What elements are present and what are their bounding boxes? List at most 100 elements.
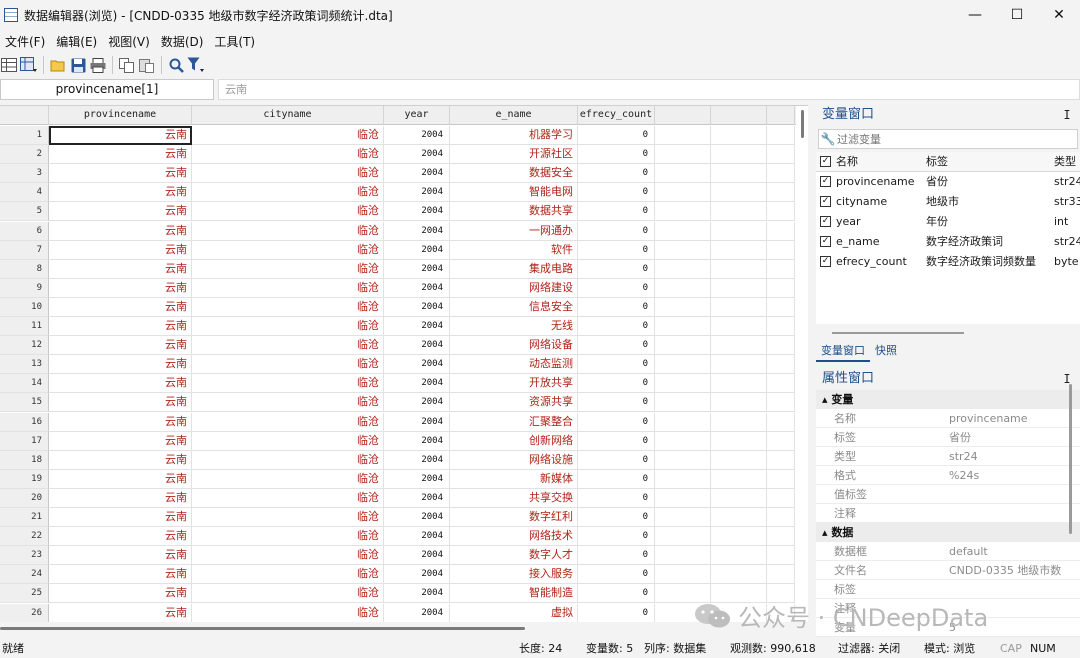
- property-row[interactable]: 名称 provincename: [816, 409, 1080, 428]
- print-icon[interactable]: [89, 56, 107, 74]
- variable-checkbox[interactable]: ✓: [820, 216, 831, 227]
- row-number[interactable]: 9: [0, 278, 49, 298]
- cell-cityname[interactable]: 临沧: [192, 584, 384, 604]
- cell-efrecy-count[interactable]: 0: [578, 221, 655, 241]
- cell-cityname[interactable]: 临沧: [192, 240, 384, 260]
- table-row[interactable]: 7 云南 临沧 2004 软件 0: [0, 240, 795, 260]
- cell-cityname[interactable]: 临沧: [192, 183, 384, 203]
- row-number[interactable]: 8: [0, 259, 49, 279]
- cell-e-name[interactable]: 集成电路: [450, 259, 578, 279]
- cell-e-name[interactable]: 网络技术: [450, 527, 578, 547]
- table-row[interactable]: 19 云南 临沧 2004 新媒体 0: [0, 469, 795, 489]
- select-all-checkbox[interactable]: ✓: [820, 156, 831, 167]
- cell-cityname[interactable]: 临沧: [192, 164, 384, 184]
- cell-cityname[interactable]: 临沧: [192, 355, 384, 375]
- cell-cityname[interactable]: 临沧: [192, 412, 384, 432]
- cell-efrecy-count[interactable]: 0: [578, 546, 655, 566]
- row-number[interactable]: 11: [0, 317, 49, 336]
- cell-efrecy-count[interactable]: 0: [578, 508, 655, 527]
- cell-year[interactable]: 2004: [384, 374, 450, 394]
- row-number[interactable]: 12: [0, 336, 49, 356]
- cell-e-name[interactable]: 开放共享: [450, 374, 578, 394]
- vertical-scroll-thumb[interactable]: [801, 110, 804, 138]
- cell-provincename[interactable]: 云南: [49, 202, 192, 222]
- menu-edit[interactable]: 编辑(E): [51, 33, 103, 50]
- cell-cityname[interactable]: 临沧: [192, 317, 384, 336]
- row-number[interactable]: 3: [0, 164, 49, 184]
- menu-data[interactable]: 数据(D): [156, 33, 210, 50]
- cell-e-name[interactable]: 网络建设: [450, 278, 578, 298]
- row-number[interactable]: 4: [0, 183, 49, 203]
- table-row[interactable]: 14 云南 临沧 2004 开放共享 0: [0, 374, 795, 394]
- cell-e-name[interactable]: 资源共享: [450, 393, 578, 413]
- row-number-header[interactable]: [0, 106, 49, 125]
- cell-provincename[interactable]: 云南: [49, 164, 192, 184]
- cell-name-box[interactable]: provincename[1]: [0, 79, 214, 100]
- cell-provincename[interactable]: 云南: [49, 297, 192, 317]
- cell-provincename[interactable]: 云南: [49, 278, 192, 298]
- property-row[interactable]: 文件名 CNDD-0335 地级市数: [816, 561, 1080, 580]
- cell-efrecy-count[interactable]: 0: [578, 145, 655, 165]
- vertical-scrollbar[interactable]: [796, 106, 808, 622]
- cell-efrecy-count[interactable]: 0: [578, 278, 655, 298]
- column-header-year[interactable]: year: [384, 106, 450, 125]
- table-row[interactable]: 12 云南 临沧 2004 网络设备 0: [0, 336, 795, 356]
- table-row[interactable]: 5 云南 临沧 2004 数据共享 0: [0, 202, 795, 222]
- cell-provincename[interactable]: 云南: [49, 221, 192, 241]
- cell-provincename[interactable]: 云南: [49, 431, 192, 451]
- cell-e-name[interactable]: 智能电网: [450, 183, 578, 203]
- cell-provincename[interactable]: 云南: [49, 317, 192, 336]
- variable-checkbox[interactable]: ✓: [820, 196, 831, 207]
- close-button[interactable]: ✕: [1038, 0, 1080, 30]
- cell-cityname[interactable]: 临沧: [192, 450, 384, 470]
- cell-year[interactable]: 2004: [384, 164, 450, 184]
- row-number[interactable]: 26: [0, 603, 49, 622]
- cell-e-name[interactable]: 信息安全: [450, 297, 578, 317]
- table-row[interactable]: 18 云南 临沧 2004 网络设施 0: [0, 450, 795, 470]
- horizontal-scroll-thumb[interactable]: [0, 627, 525, 630]
- cell-e-name[interactable]: 一网通办: [450, 221, 578, 241]
- cell-provincename[interactable]: 云南: [49, 488, 192, 508]
- data-grid[interactable]: provincename cityname year e_name efrecy…: [0, 105, 808, 622]
- cell-efrecy-count[interactable]: 0: [578, 450, 655, 470]
- cell-year[interactable]: 2004: [384, 469, 450, 489]
- cell-cityname[interactable]: 临沧: [192, 546, 384, 566]
- cell-year[interactable]: 2004: [384, 278, 450, 298]
- table-row[interactable]: 20 云南 临沧 2004 共享交换 0: [0, 488, 795, 508]
- row-number[interactable]: 21: [0, 508, 49, 527]
- cell-e-name[interactable]: 软件: [450, 240, 578, 260]
- folder-open-icon[interactable]: [49, 56, 67, 74]
- cell-cityname[interactable]: 临沧: [192, 374, 384, 394]
- cell-e-name[interactable]: 数字人才: [450, 546, 578, 566]
- header-label[interactable]: 标签: [926, 152, 1054, 172]
- table-row[interactable]: 22 云南 临沧 2004 网络技术 0: [0, 527, 795, 547]
- cell-provincename[interactable]: 云南: [49, 565, 192, 585]
- panel-scroll-thumb[interactable]: [832, 332, 964, 334]
- paste-icon[interactable]: [138, 56, 156, 74]
- table-row[interactable]: 8 云南 临沧 2004 集成电路 0: [0, 259, 795, 279]
- row-number[interactable]: 18: [0, 450, 49, 470]
- cell-year[interactable]: 2004: [384, 393, 450, 413]
- cell-provincename[interactable]: 云南: [49, 469, 192, 489]
- cell-cityname[interactable]: 临沧: [192, 431, 384, 451]
- section-data[interactable]: ▴ 数据: [816, 523, 1080, 542]
- cell-provincename[interactable]: 云南: [49, 126, 192, 145]
- menu-file[interactable]: 文件(F): [0, 33, 51, 50]
- property-row[interactable]: 注释: [816, 504, 1080, 523]
- section-variable[interactable]: ▴ 变量: [816, 390, 1080, 409]
- cell-provincename[interactable]: 云南: [49, 546, 192, 566]
- row-number[interactable]: 24: [0, 565, 49, 585]
- row-number[interactable]: 22: [0, 527, 49, 547]
- property-row[interactable]: 类型 str24: [816, 447, 1080, 466]
- cell-cityname[interactable]: 临沧: [192, 603, 384, 622]
- menu-view[interactable]: 视图(V): [103, 33, 156, 50]
- cell-year[interactable]: 2004: [384, 603, 450, 622]
- cell-efrecy-count[interactable]: 0: [578, 183, 655, 203]
- cell-cityname[interactable]: 临沧: [192, 469, 384, 489]
- cell-year[interactable]: 2004: [384, 202, 450, 222]
- variable-checkbox[interactable]: ✓: [820, 256, 831, 267]
- table-row[interactable]: 2 云南 临沧 2004 开源社区 0: [0, 145, 795, 165]
- cell-e-name[interactable]: 网络设施: [450, 450, 578, 470]
- cell-year[interactable]: 2004: [384, 126, 450, 145]
- cell-efrecy-count[interactable]: 0: [578, 412, 655, 432]
